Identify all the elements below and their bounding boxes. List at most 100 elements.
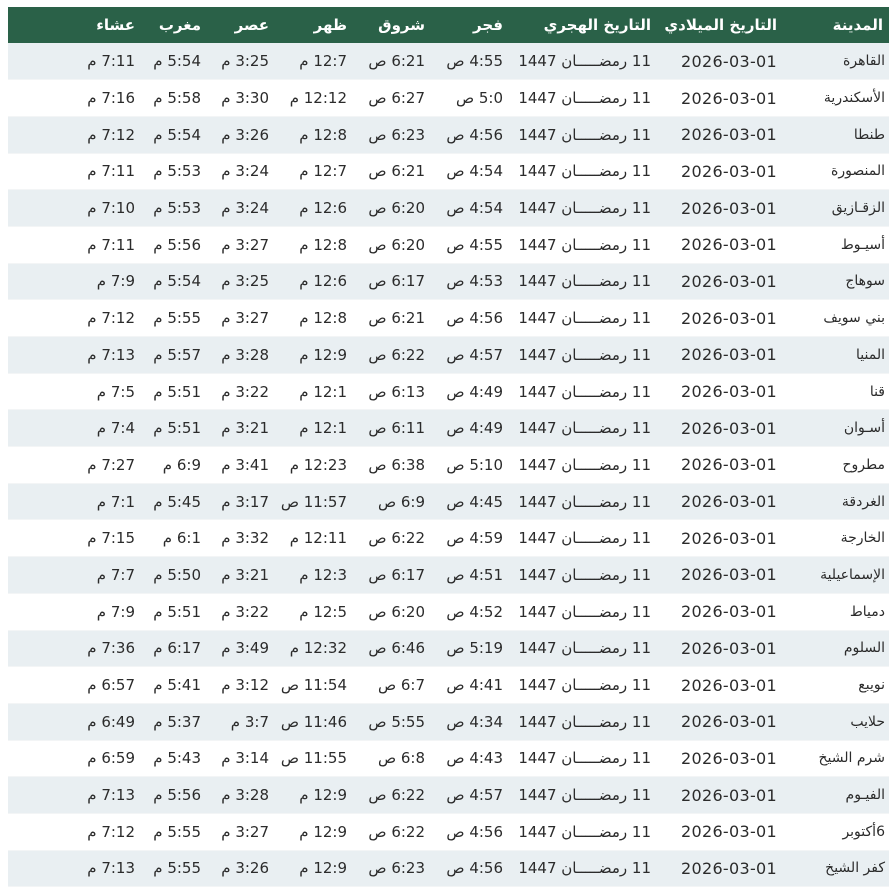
header-hijri-date: التاريخ الهجري [543, 16, 651, 34]
shuruq-time-cell: 6:17 ص [368, 565, 425, 584]
city-cell: بني سويف [823, 310, 885, 327]
fajr-time-cell: 4:43 ص [446, 749, 503, 768]
gregorian-date-cell: 2026-03-01 [681, 822, 777, 842]
city-cell: مطروح [842, 456, 885, 473]
city-cell: كفر الشيخ [825, 860, 885, 877]
maghrib-time-cell: 5:55 م [153, 822, 201, 841]
city-cell: الخارجة [840, 530, 885, 547]
hijri-date-cell: 11 رمضـــــان 1447 [518, 786, 651, 805]
gregorian-date-cell: 2026-03-01 [681, 271, 777, 291]
dhuhr-time-cell: 12:1 م [299, 419, 347, 438]
gregorian-date-cell: 2026-03-01 [681, 345, 777, 365]
table-row: الزقـازيق 2026-03-01 11 رمضـــــان 1447 4:5… [8, 189, 889, 227]
asr-time-cell: 3:12 م [221, 676, 269, 695]
header-maghrib: مغرب [158, 16, 201, 34]
hijri-date-cell: 11 رمضـــــان 1447 [518, 676, 651, 695]
dhuhr-time-cell: 12:8 م [299, 125, 347, 144]
asr-time-cell: 3:25 م [221, 272, 269, 291]
gregorian-date-cell: 2026-03-01 [681, 51, 777, 71]
gregorian-date-cell: 2026-03-01 [681, 638, 777, 658]
maghrib-time-cell: 5:45 م [153, 492, 201, 511]
shuruq-time-cell: 6:20 ص [368, 602, 425, 621]
table-row: أسـوان 2026-03-01 11 رمضـــــان 1447 4:49 ص… [8, 409, 889, 447]
hijri-date-cell: 11 رمضـــــان 1447 [518, 52, 651, 71]
shuruq-time-cell: 6:38 ص [368, 455, 425, 474]
asr-time-cell: 3:49 م [221, 639, 269, 658]
dhuhr-time-cell: 12:9 م [299, 822, 347, 841]
dhuhr-time-cell: 12:6 م [299, 199, 347, 218]
fajr-time-cell: 4:56 ص [446, 125, 503, 144]
isha-time-cell: 7:11 م [87, 52, 135, 71]
fajr-time-cell: 4:49 ص [446, 419, 503, 438]
hijri-date-cell: 11 رمضـــــان 1447 [518, 455, 651, 474]
isha-time-cell: 7:9 م [96, 272, 135, 291]
dhuhr-time-cell: 12:9 م [299, 345, 347, 364]
hijri-date-cell: 11 رمضـــــان 1447 [518, 382, 651, 401]
dhuhr-time-cell: 12:9 م [299, 859, 347, 878]
table-row: نويبع 2026-03-01 11 رمضـــــان 1447 4:41 ص 6… [8, 666, 889, 704]
isha-time-cell: 7:1 م [96, 492, 135, 511]
hijri-date-cell: 11 رمضـــــان 1447 [518, 125, 651, 144]
fajr-time-cell: 4:56 ص [446, 859, 503, 878]
hijri-date-cell: 11 رمضـــــان 1447 [518, 272, 651, 291]
dhuhr-time-cell: 12:9 م [299, 786, 347, 805]
asr-time-cell: 3:22 م [221, 602, 269, 621]
hijri-date-cell: 11 رمضـــــان 1447 [518, 859, 651, 878]
maghrib-time-cell: 5:43 م [153, 749, 201, 768]
table-row: المنيا 2026-03-01 11 رمضـــــان 1447 4:57 ص… [8, 336, 889, 374]
maghrib-time-cell: 5:53 م [153, 199, 201, 218]
hijri-date-cell: 11 رمضـــــان 1447 [518, 602, 651, 621]
shuruq-time-cell: 6:21 ص [368, 162, 425, 181]
maghrib-time-cell: 6:9 م [162, 455, 201, 474]
gregorian-date-cell: 2026-03-01 [681, 528, 777, 548]
maghrib-time-cell: 5:56 م [153, 786, 201, 805]
fajr-time-cell: 4:51 ص [446, 565, 503, 584]
city-cell: شرم الشيخ [818, 750, 885, 767]
gregorian-date-cell: 2026-03-01 [681, 308, 777, 328]
maghrib-time-cell: 5:53 م [153, 162, 201, 181]
table-row: حلايب 2026-03-01 11 رمضـــــان 1447 4:34 ص 5… [8, 703, 889, 741]
city-cell: الزقـازيق [831, 200, 885, 217]
shuruq-time-cell: 6:27 ص [368, 89, 425, 108]
fajr-time-cell: 4:57 ص [446, 786, 503, 805]
table-row: شرم الشيخ 2026-03-01 11 رمضـــــان 1447 4:4… [8, 740, 889, 777]
dhuhr-time-cell: 11:46 ص [280, 712, 347, 731]
dhuhr-time-cell: 12:6 م [299, 272, 347, 291]
table-row: 6أكتوبر 2026-03-01 11 رمضـــــان 1447 4:56 … [8, 813, 889, 851]
asr-time-cell: 3:24 م [221, 162, 269, 181]
fajr-time-cell: 4:56 ص [446, 309, 503, 328]
gregorian-date-cell: 2026-03-01 [681, 675, 777, 695]
hijri-date-cell: 11 رمضـــــان 1447 [518, 162, 651, 181]
city-cell: قنا [869, 383, 885, 400]
table-row: الخارجة 2026-03-01 11 رمضـــــان 1447 4:59 … [8, 519, 889, 557]
isha-time-cell: 7:16 م [87, 89, 135, 108]
maghrib-time-cell: 5:54 م [153, 272, 201, 291]
asr-time-cell: 3:28 م [221, 345, 269, 364]
isha-time-cell: 7:13 م [87, 786, 135, 805]
table-row: الإسماعيلية 2026-03-01 11 رمضـــــان 1447 4… [8, 556, 889, 594]
gregorian-date-cell: 2026-03-01 [681, 161, 777, 181]
isha-time-cell: 7:27 م [87, 455, 135, 474]
isha-time-cell: 7:15 م [87, 529, 135, 548]
isha-time-cell: 7:10 م [87, 199, 135, 218]
maghrib-time-cell: 5:55 م [153, 859, 201, 878]
asr-time-cell: 3:27 م [221, 822, 269, 841]
shuruq-time-cell: 6:22 ص [368, 529, 425, 548]
city-cell: طنطا [853, 126, 885, 143]
table-row: أسيـوط 2026-03-01 11 رمضـــــان 1447 4:55 ص… [8, 226, 889, 264]
gregorian-date-cell: 2026-03-01 [681, 88, 777, 108]
gregorian-date-cell: 2026-03-01 [681, 748, 777, 768]
maghrib-time-cell: 5:50 م [153, 565, 201, 584]
fajr-time-cell: 4:34 ص [446, 712, 503, 731]
hijri-date-cell: 11 رمضـــــان 1447 [518, 492, 651, 511]
fajr-time-cell: 4:54 ص [446, 199, 503, 218]
dhuhr-time-cell: 12:12 م [289, 89, 347, 108]
fajr-time-cell: 4:53 ص [446, 272, 503, 291]
city-cell: دمياط [849, 603, 885, 620]
city-cell: المنصورة [831, 163, 885, 180]
city-cell: الإسماعيلية [820, 566, 885, 583]
gregorian-date-cell: 2026-03-01 [681, 858, 777, 878]
maghrib-time-cell: 6:1 م [162, 529, 201, 548]
hijri-date-cell: 11 رمضـــــان 1447 [518, 345, 651, 364]
isha-time-cell: 7:5 م [96, 382, 135, 401]
